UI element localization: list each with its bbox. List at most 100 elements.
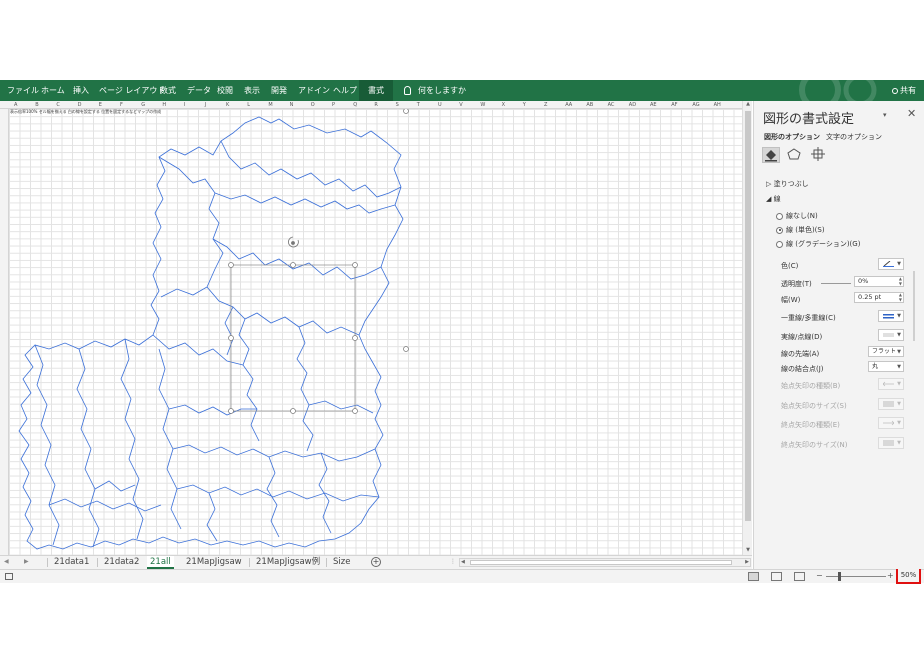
column-header-j[interactable]: J [205, 102, 206, 108]
column-header-r[interactable]: R [374, 102, 377, 108]
column-header-p[interactable]: P [332, 102, 335, 108]
column-header-u[interactable]: U [438, 102, 442, 108]
tab-view[interactable]: 表示 [244, 80, 260, 101]
column-header-y[interactable]: Y [523, 102, 526, 108]
transparency-input[interactable]: 0% ▲ ▼ [854, 276, 904, 287]
vertical-scrollbar[interactable]: ▲ ▼ [742, 101, 752, 555]
tab-page-layout[interactable]: ページ レイアウト [99, 80, 165, 101]
column-header-c[interactable]: C [56, 102, 60, 108]
radio-no-line[interactable]: 線なし(N) [776, 211, 818, 221]
tab-home[interactable]: ホーム [41, 80, 65, 101]
column-header-aa[interactable]: AA [565, 102, 572, 108]
column-header-w[interactable]: W [480, 102, 485, 108]
vertical-scroll-thumb[interactable] [745, 111, 751, 521]
dash-type-dropdown[interactable]: ▼ [878, 329, 904, 341]
sheet-tab-21mapjigsaw[interactable]: 21MapJigsaw [183, 556, 245, 569]
column-header-x[interactable]: X [502, 102, 505, 108]
pane-scrollbar[interactable] [913, 271, 915, 341]
horizontal-scrollbar[interactable]: ◀ ▶ [459, 558, 751, 567]
scroll-left-icon[interactable]: ◀ [461, 559, 465, 565]
compound-type-dropdown[interactable]: ▼ [878, 310, 904, 322]
zoom-level[interactable]: 50% [896, 567, 921, 584]
macro-record-icon[interactable] [5, 573, 13, 580]
tab-format[interactable]: 書式 [359, 80, 393, 101]
end-arrow-size-dropdown[interactable]: ▼ [878, 437, 904, 449]
sheet-nav-prev-icon[interactable]: ◀ [4, 558, 9, 565]
sheet-tab-21data2[interactable]: 21data2 [101, 556, 142, 569]
tab-text-options[interactable]: 文字のオプション [826, 132, 882, 142]
column-header-i[interactable]: I [184, 102, 185, 108]
join-type-select[interactable]: 丸 ▼ [868, 361, 904, 372]
tab-help[interactable]: ヘルプ [333, 80, 357, 101]
column-header-ac[interactable]: AC [608, 102, 615, 108]
horizontal-scroll-thumb[interactable] [470, 560, 732, 565]
scroll-up-icon[interactable]: ▲ [743, 101, 753, 109]
tab-formulas[interactable]: 数式 [160, 80, 176, 101]
tab-split-handle-icon[interactable]: ⋮ [450, 558, 456, 565]
column-header-n[interactable]: N [290, 102, 294, 108]
line-color-dropdown[interactable]: ▼ [878, 258, 904, 270]
column-header-a[interactable]: A [14, 102, 17, 108]
share-button[interactable]: 共有 [892, 80, 916, 101]
column-header-t[interactable]: T [417, 102, 420, 108]
sheet-tab-21data1[interactable]: 21data1 [51, 556, 92, 569]
pane-options-chevron-icon[interactable]: ▾ [883, 111, 887, 119]
fill-line-icon[interactable] [762, 147, 780, 163]
column-header-z[interactable]: Z [544, 102, 547, 108]
gifu-map-shape[interactable] [9, 109, 409, 555]
sheet-nav-next-icon[interactable]: ▶ [24, 558, 29, 565]
column-header-k[interactable]: K [226, 102, 229, 108]
tell-me-search[interactable]: 何をしますか [404, 80, 466, 101]
column-header-af[interactable]: AF [671, 102, 677, 108]
column-header-ab[interactable]: AB [586, 102, 593, 108]
begin-arrow-size-dropdown[interactable]: ▼ [878, 398, 904, 410]
add-sheet-button[interactable]: + [371, 557, 381, 567]
column-header-g[interactable]: G [141, 102, 145, 108]
page-layout-view-icon[interactable] [771, 572, 782, 581]
tab-file[interactable]: ファイル [7, 80, 39, 101]
row-header[interactable] [0, 109, 9, 555]
spinner-icon[interactable]: ▲ ▼ [899, 292, 902, 302]
radio-gradient-line[interactable]: 線 (グラデーション)(G) [776, 239, 860, 249]
column-header-d[interactable]: D [78, 102, 82, 108]
transparency-slider[interactable] [821, 283, 851, 284]
tab-review[interactable]: 校閲 [217, 80, 233, 101]
column-header-ah[interactable]: AH [714, 102, 721, 108]
effects-icon[interactable] [786, 147, 804, 163]
zoom-in-button[interactable]: + [887, 571, 894, 580]
page-break-view-icon[interactable] [794, 572, 805, 581]
fill-section-header[interactable]: ▷ 塗りつぶし [766, 179, 809, 189]
column-header-b[interactable]: B [35, 102, 38, 108]
size-properties-icon[interactable] [810, 147, 828, 163]
column-header-q[interactable]: Q [353, 102, 357, 108]
tab-shape-options[interactable]: 図形のオプション [764, 132, 820, 142]
end-arrow-type-dropdown[interactable]: ▼ [878, 417, 904, 429]
normal-view-icon[interactable] [748, 572, 759, 581]
column-header-h[interactable]: H [162, 102, 166, 108]
column-header-e[interactable]: E [99, 102, 102, 108]
scroll-right-icon[interactable]: ▶ [745, 559, 749, 565]
column-header-l[interactable]: L [247, 102, 250, 108]
tab-addins[interactable]: アドイン [298, 80, 330, 101]
column-header[interactable]: A B C D E F G H I J K L M N O P Q R S T U V W X Y Z AA AB AC AD AE AF AG… [0, 101, 742, 109]
zoom-slider[interactable] [826, 576, 886, 577]
tab-insert[interactable]: 挿入 [73, 80, 89, 101]
scroll-down-icon[interactable]: ▼ [743, 547, 753, 555]
line-section-header[interactable]: ◢ 線 [766, 194, 781, 204]
tab-data[interactable]: データ [187, 80, 211, 101]
column-header-ad[interactable]: AD [629, 102, 636, 108]
spinner-icon[interactable]: ▲ ▼ [899, 276, 902, 286]
sheet-tab-size[interactable]: Size [330, 556, 353, 569]
column-header-ae[interactable]: AE [650, 102, 657, 108]
column-header-v[interactable]: V [459, 102, 462, 108]
cap-type-select[interactable]: フラット ▼ [868, 346, 904, 357]
column-header-s[interactable]: S [396, 102, 399, 108]
sheet-tab-21mapjigsaw-example[interactable]: 21MapJigsaw例 [253, 556, 323, 569]
zoom-slider-thumb[interactable] [838, 572, 841, 581]
width-input[interactable]: 0.25 pt ▲ ▼ [854, 292, 904, 303]
radio-solid-line[interactable]: 線 (単色)(S) [776, 225, 825, 235]
close-icon[interactable]: ✕ [907, 107, 916, 120]
sheet-tab-21all[interactable]: 21all [147, 556, 174, 569]
column-header-f[interactable]: F [120, 102, 123, 108]
column-header-m[interactable]: M [268, 102, 272, 108]
